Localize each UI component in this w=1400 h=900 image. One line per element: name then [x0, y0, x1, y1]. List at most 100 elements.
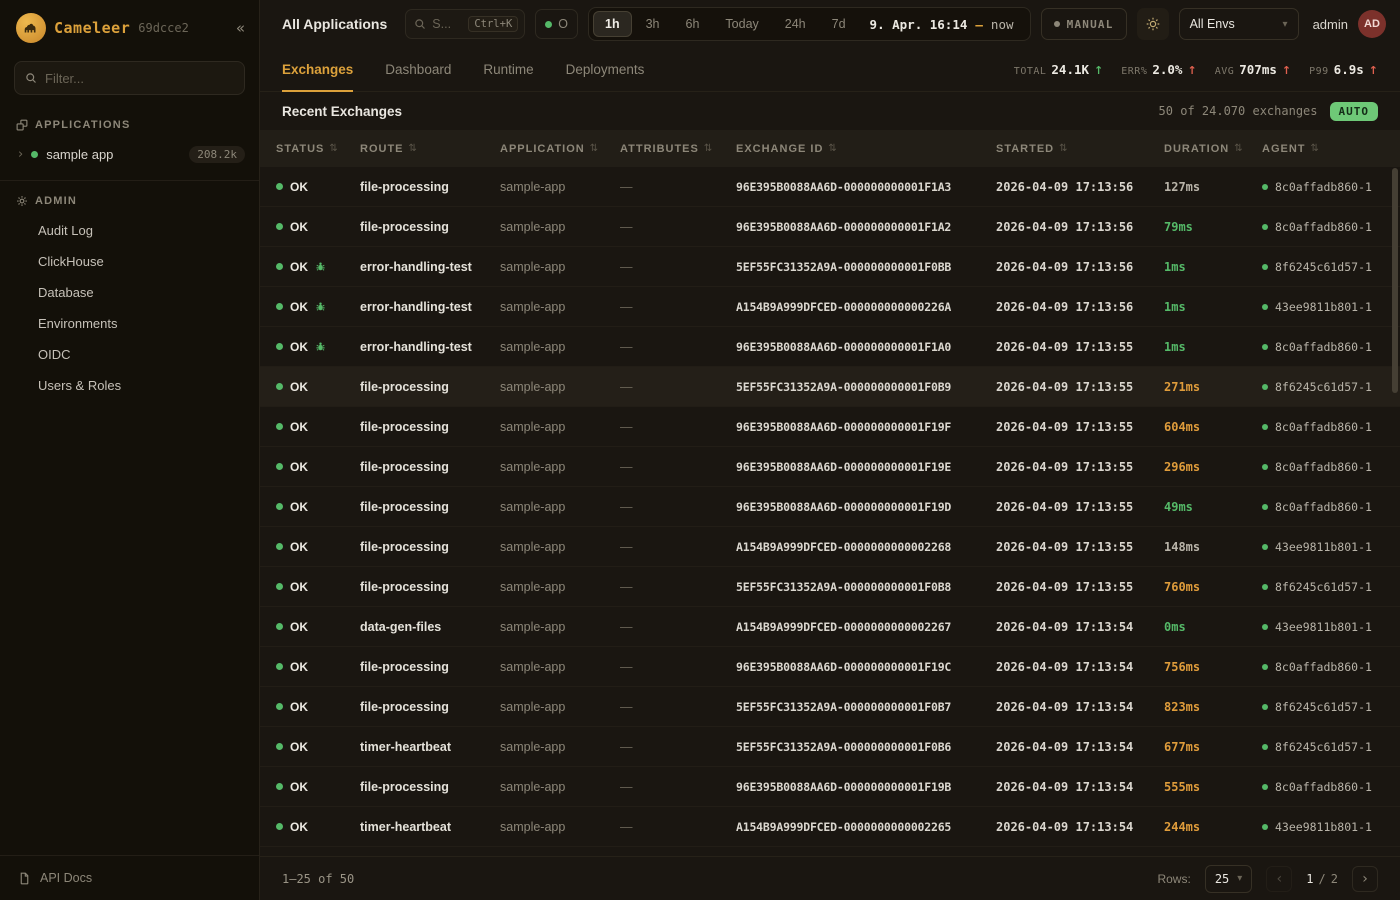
table-row[interactable]: OKtimer-heartbeatsample-app—5EF55FC31352… [260, 727, 1400, 767]
table-row[interactable]: OKfile-processingsample-app—A154B9A999DF… [260, 527, 1400, 567]
route-cell: file-processing [360, 700, 500, 714]
table-row[interactable]: OKdata-gen-filessample-app—A154B9A999DFC… [260, 607, 1400, 647]
agent-dot [1262, 184, 1268, 190]
status-dot [276, 663, 283, 670]
exchange-id-cell: 96E395B0088AA6D-000000000001F1A0 [736, 340, 996, 354]
agent-cell: 8f6245c61d57-1 [1262, 740, 1384, 754]
sort-icon: ⇅ [1059, 143, 1068, 154]
table-row[interactable]: OKfile-processingsample-app—96E395B0088A… [260, 487, 1400, 527]
column-header-route[interactable]: ROUTE⇅ [360, 143, 500, 155]
status-dot [276, 263, 283, 270]
pagination-bar: 1–25 of 50 Rows: 25 ▾ ‹ 1 / 2 › [260, 856, 1400, 900]
agent-label: 8c0affadb860-1 [1275, 460, 1372, 474]
scrollbar-thumb[interactable] [1392, 168, 1398, 393]
status-dot [276, 743, 283, 750]
agent-dot [1262, 384, 1268, 390]
column-header-application[interactable]: APPLICATION⇅ [500, 143, 620, 155]
rows-per-page-value: 25 [1215, 872, 1229, 886]
list-header-bar: Recent Exchanges 50 of 24.070 exchanges … [260, 92, 1400, 130]
exchange-id-cell: 5EF55FC31352A9A-000000000001F0B8 [736, 580, 996, 594]
sidebar-item-oidc[interactable]: OIDC [0, 339, 259, 370]
admin-nav: Audit LogClickHouseDatabaseEnvironmentsO… [0, 215, 259, 401]
sidebar-item-environments[interactable]: Environments [0, 308, 259, 339]
prev-page-button[interactable]: ‹ [1266, 866, 1292, 892]
avatar[interactable]: AD [1358, 10, 1386, 38]
online-filter-toggle[interactable]: O [535, 9, 578, 39]
table-row[interactable]: OKfile-processingsample-app—96E395B0088A… [260, 647, 1400, 687]
time-range-24h[interactable]: 24h [773, 11, 818, 37]
time-range-3h[interactable]: 3h [634, 11, 672, 37]
started-cell: 2026-04-09 17:13:55 [996, 380, 1164, 394]
sidebar-collapse-button[interactable]: « [236, 19, 245, 37]
sidebar-filter-input[interactable]: Filter... [14, 61, 245, 95]
status-dot [276, 383, 283, 390]
table-row[interactable]: OKfile-processingsample-app—5EF55FC31352… [260, 367, 1400, 407]
date-range[interactable]: 9. Apr. 16:14 — now [858, 17, 1026, 32]
table-row[interactable]: OKfile-processingsample-app—96E395B0088A… [260, 207, 1400, 247]
column-header-agent[interactable]: AGENT⇅ [1262, 143, 1384, 155]
application-cell: sample-app [500, 220, 620, 234]
column-header-duration[interactable]: DURATION⇅ [1164, 143, 1262, 155]
table-row[interactable]: OKfile-processingsample-app—96E395B0088A… [260, 447, 1400, 487]
trend-up-icon: ↑ [1187, 64, 1196, 77]
topbar: All Applications S... Ctrl+K O 1h3h6hTod… [260, 0, 1400, 48]
auto-refresh-badge[interactable]: AUTO [1330, 102, 1379, 121]
time-range-6h[interactable]: 6h [674, 11, 712, 37]
env-select[interactable]: All Envs ▾ [1179, 8, 1299, 40]
column-header-attributes[interactable]: ATTRIBUTES⇅ [620, 143, 736, 155]
table-row[interactable]: OKerror-handling-testsample-app—A154B9A9… [260, 287, 1400, 327]
api-docs-label: API Docs [40, 871, 92, 885]
table-row[interactable]: OKerror-handling-testsample-app—5EF55FC3… [260, 247, 1400, 287]
table-body: OK file-processing sample-app — 96E395B0088A… [260, 167, 1400, 856]
api-docs-link[interactable]: API Docs [0, 855, 259, 900]
page-separator: / [1319, 872, 1326, 886]
tab-deployments[interactable]: Deployments [566, 48, 645, 91]
stat-label: ERR% [1121, 66, 1147, 77]
time-range-7d[interactable]: 7d [820, 11, 858, 37]
search-input[interactable]: S... Ctrl+K [405, 9, 525, 39]
column-header-started[interactable]: STARTED⇅ [996, 143, 1164, 155]
attributes-cell: — [620, 740, 736, 754]
route-cell: timer-heartbeat [360, 740, 500, 754]
duration-cell: 756ms [1164, 660, 1262, 674]
stat-value: 6.9s [1334, 62, 1364, 77]
table-row[interactable]: OKtimer-heartbeatsample-app—A154B9A999DF… [260, 807, 1400, 847]
attributes-cell: — [620, 180, 736, 194]
sidebar-item-database[interactable]: Database [0, 277, 259, 308]
table-row[interactable]: OKerror-handling-testsample-app—96E395B0… [260, 327, 1400, 367]
tab-exchanges[interactable]: Exchanges [282, 48, 353, 91]
agent-cell: 8f6245c61d57-1 [1262, 380, 1384, 394]
agent-label: 8f6245c61d57-1 [1275, 260, 1372, 274]
next-page-button[interactable]: › [1352, 866, 1378, 892]
agent-label: 43ee9811b801-1 [1275, 620, 1372, 634]
sidebar-item-users-roles[interactable]: Users & Roles [0, 370, 259, 401]
app-count-badge: 208.2k [189, 146, 245, 163]
agent-cell: 8c0affadb860-1 [1262, 500, 1384, 514]
manual-refresh-button[interactable]: MANUAL [1041, 8, 1127, 40]
sidebar-item-sample-app[interactable]: › sample app 208.2k [0, 139, 259, 170]
started-cell: 2026-04-09 17:13:56 [996, 260, 1164, 274]
tab-dashboard[interactable]: Dashboard [385, 48, 451, 91]
tab-runtime[interactable]: Runtime [483, 48, 533, 91]
agent-cell: 8c0affadb860-1 [1262, 460, 1384, 474]
theme-toggle-button[interactable] [1137, 8, 1169, 40]
sidebar-item-clickhouse[interactable]: ClickHouse [0, 246, 259, 277]
duration-cell: 760ms [1164, 580, 1262, 594]
table-row[interactable]: OKfile-processingsample-app—96E395B0088A… [260, 167, 1400, 207]
table-row[interactable]: OKfile-processingsample-app—96E395B0088A… [260, 407, 1400, 447]
column-header-status[interactable]: STATUS⇅ [276, 143, 360, 155]
table-row[interactable]: OKfile-processingsample-app—5EF55FC31352… [260, 567, 1400, 607]
exchange-id-cell: 96E395B0088AA6D-000000000001F1A2 [736, 220, 996, 234]
rows-per-page-select[interactable]: 25 ▾ [1205, 865, 1252, 893]
table-row[interactable]: OKfile-processingsample-app—5EF55FC31352… [260, 687, 1400, 727]
time-range-today[interactable]: Today [713, 11, 770, 37]
time-range-1h[interactable]: 1h [593, 11, 632, 37]
applications-icon [16, 119, 28, 131]
column-header-exchange-id[interactable]: EXCHANGE ID⇅ [736, 143, 996, 155]
status-cell: OK [276, 180, 360, 194]
app-instance-id: 69dcce2 [138, 21, 189, 35]
route-cell: error-handling-test [360, 300, 500, 314]
stat-value: 2.0% [1152, 62, 1182, 77]
sidebar-item-audit-log[interactable]: Audit Log [0, 215, 259, 246]
table-row[interactable]: OKfile-processingsample-app—96E395B0088A… [260, 767, 1400, 807]
